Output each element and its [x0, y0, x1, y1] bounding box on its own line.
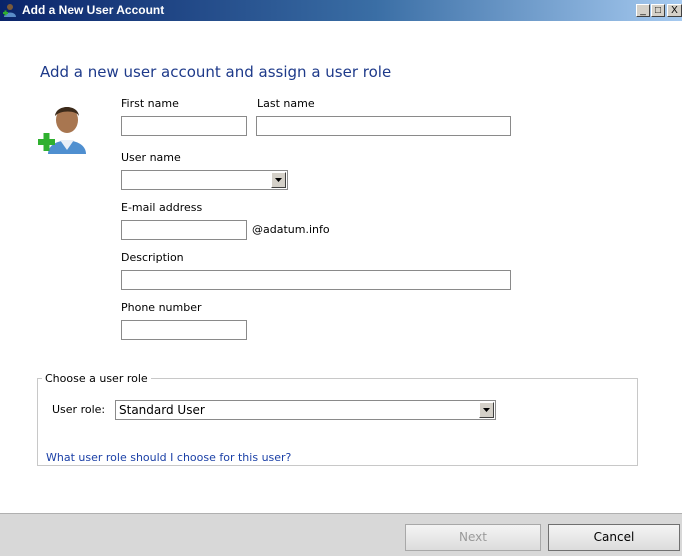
- window-titlebar[interactable]: Add a New User Account _ □ X: [0, 0, 682, 21]
- user-name-dropdown[interactable]: [121, 170, 288, 190]
- email-input[interactable]: [121, 220, 247, 240]
- user-role-value: Standard User: [119, 403, 205, 417]
- first-name-label: First name: [121, 97, 179, 110]
- description-label: Description: [121, 251, 184, 264]
- minimize-button[interactable]: _: [636, 4, 650, 17]
- next-button[interactable]: Next: [405, 524, 541, 551]
- first-name-input[interactable]: [121, 116, 247, 136]
- description-input[interactable]: [121, 270, 511, 290]
- last-name-input[interactable]: [256, 116, 511, 136]
- user-name-label: User name: [121, 151, 181, 164]
- user-role-label: User role:: [52, 403, 106, 416]
- add-user-icon: [38, 107, 86, 154]
- phone-input[interactable]: [121, 320, 247, 340]
- user-role-group-legend: Choose a user role: [42, 372, 151, 385]
- email-domain-suffix: @adatum.info: [252, 223, 330, 236]
- page-title: Add a new user account and assign a user…: [40, 63, 392, 81]
- email-label: E-mail address: [121, 201, 203, 214]
- last-name-label: Last name: [257, 97, 315, 110]
- close-button[interactable]: X: [667, 4, 682, 17]
- maximize-button[interactable]: □: [651, 4, 665, 17]
- phone-label: Phone number: [121, 301, 202, 314]
- user-role-help-link[interactable]: What user role should I choose for this …: [46, 451, 291, 464]
- cancel-button[interactable]: Cancel: [548, 524, 680, 551]
- window-title: Add a New User Account: [22, 3, 165, 17]
- chevron-down-icon[interactable]: [479, 402, 494, 418]
- chevron-down-icon[interactable]: [271, 172, 286, 188]
- user-role-dropdown[interactable]: Standard User: [115, 400, 496, 420]
- user-icon: [3, 4, 16, 17]
